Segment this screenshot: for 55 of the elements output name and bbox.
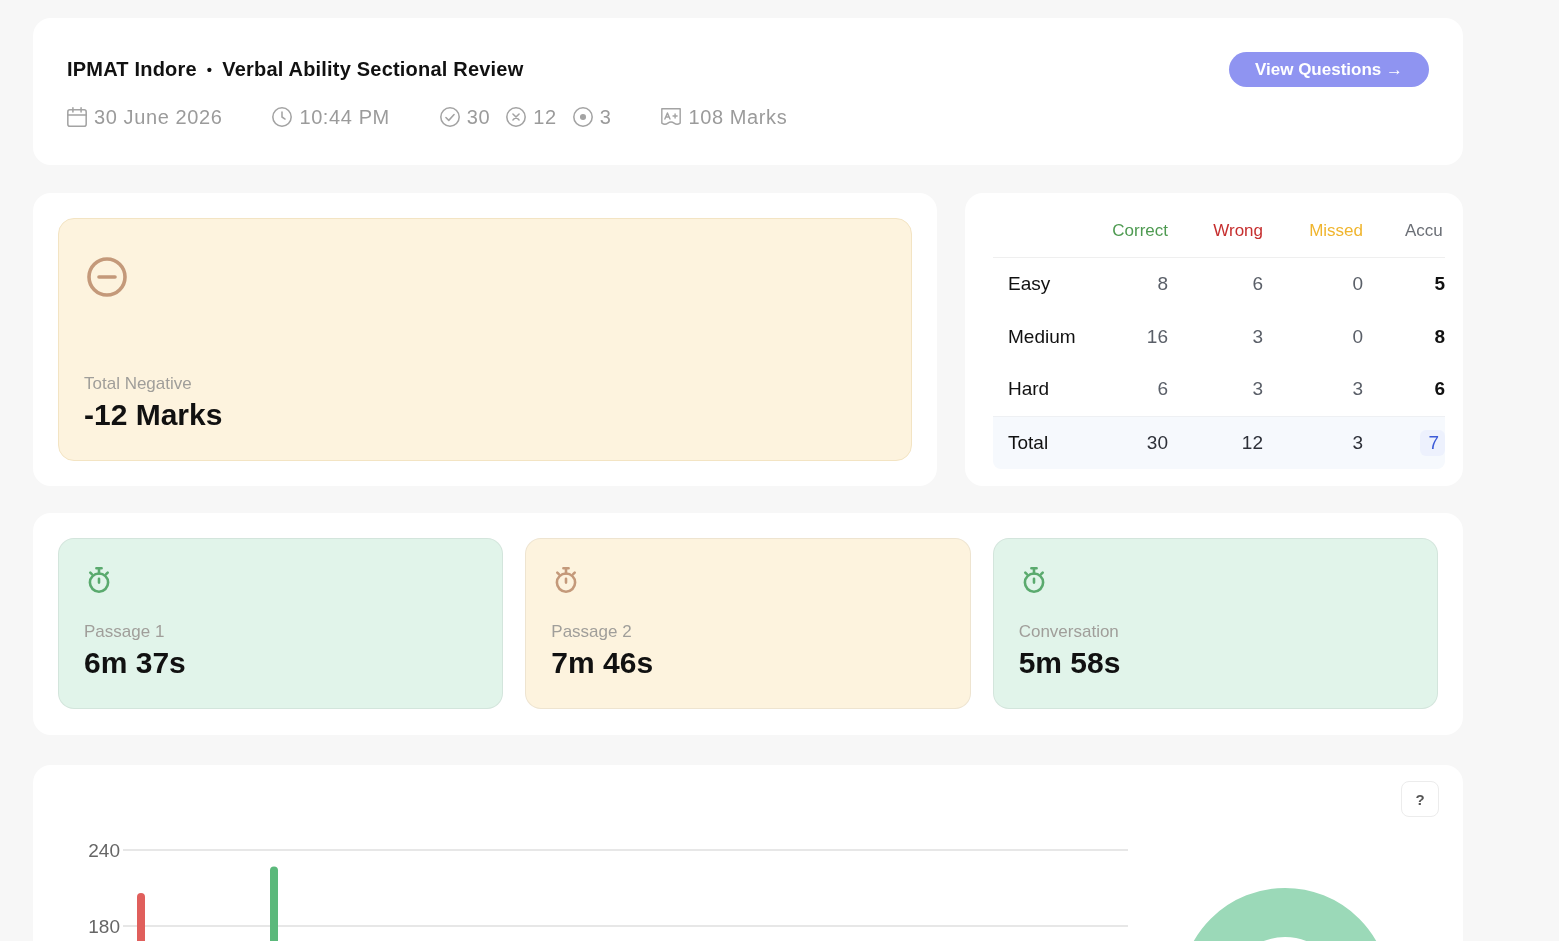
table-cell: 3 bbox=[1252, 325, 1263, 348]
meta-text: 3 bbox=[599, 105, 612, 129]
separator-dot: • bbox=[206, 61, 213, 78]
table-cell: 5 bbox=[1434, 273, 1445, 296]
row-header: Hard bbox=[1008, 378, 1050, 401]
stopwatch-icon bbox=[1021, 567, 1046, 593]
x-circle-icon bbox=[506, 107, 527, 127]
meta-text: 30 bbox=[466, 105, 491, 129]
exam-name: IPMAT Indore bbox=[67, 58, 197, 81]
table-cell: 0 bbox=[1352, 325, 1363, 348]
table-cell: 6 bbox=[1434, 378, 1445, 401]
stopwatch-icon bbox=[87, 567, 111, 593]
column-header: Correct bbox=[1112, 221, 1168, 241]
table-cell: 3 bbox=[1352, 378, 1363, 401]
dot-circle-icon bbox=[572, 107, 593, 127]
chart-bar bbox=[137, 893, 145, 941]
table-cell: 12 bbox=[1241, 431, 1263, 454]
grade-sheet-icon bbox=[661, 107, 682, 127]
meta-text: 30 June 2026 bbox=[94, 105, 223, 129]
table-cell: 6 bbox=[1157, 378, 1168, 401]
section-name: Passage 1 bbox=[84, 622, 165, 642]
stat-value: -12 Marks bbox=[84, 398, 223, 432]
table-cell: 30 bbox=[1146, 431, 1168, 454]
table-cell: 8 bbox=[1157, 273, 1168, 296]
table-cell: 6 bbox=[1252, 273, 1263, 296]
axis-tick-label: 180 bbox=[88, 916, 120, 937]
meta-text: 108 Marks bbox=[688, 105, 788, 129]
calendar-icon bbox=[67, 107, 87, 127]
column-header: Accu bbox=[1405, 221, 1443, 241]
column-header: Wrong bbox=[1213, 221, 1263, 241]
stat-label: Total Negative bbox=[84, 374, 192, 394]
row-header: Total bbox=[1008, 431, 1049, 454]
table-cell: 3 bbox=[1352, 431, 1363, 454]
row-header: Easy bbox=[1008, 273, 1051, 296]
meta-text: 10:44 PM bbox=[299, 105, 390, 129]
section-time: 5m 58s bbox=[1018, 646, 1121, 680]
table-cell: 8 bbox=[1434, 325, 1445, 348]
test-title: Verbal Ability Sectional Review bbox=[222, 58, 524, 81]
section-time: 7m 46s bbox=[551, 646, 654, 680]
stopwatch-icon bbox=[554, 567, 579, 593]
help-button[interactable]: ? bbox=[1401, 781, 1439, 817]
section-name: Passage 2 bbox=[551, 622, 632, 642]
table-cell: 16 bbox=[1146, 325, 1168, 348]
check-circle-icon bbox=[439, 107, 460, 127]
section-time: 6m 37s bbox=[84, 646, 186, 680]
table-cell: 7 bbox=[1420, 429, 1445, 456]
section-name: Conversation bbox=[1018, 622, 1119, 642]
table-cell: 3 bbox=[1252, 378, 1263, 401]
column-header: Missed bbox=[1309, 221, 1363, 241]
table-cell: 0 bbox=[1352, 273, 1363, 296]
minus-circle-icon bbox=[87, 257, 127, 297]
clock-icon bbox=[272, 107, 293, 127]
axis-tick-label: 240 bbox=[88, 840, 120, 861]
row-header: Medium bbox=[1008, 325, 1076, 348]
meta-text: 12 bbox=[533, 105, 557, 129]
